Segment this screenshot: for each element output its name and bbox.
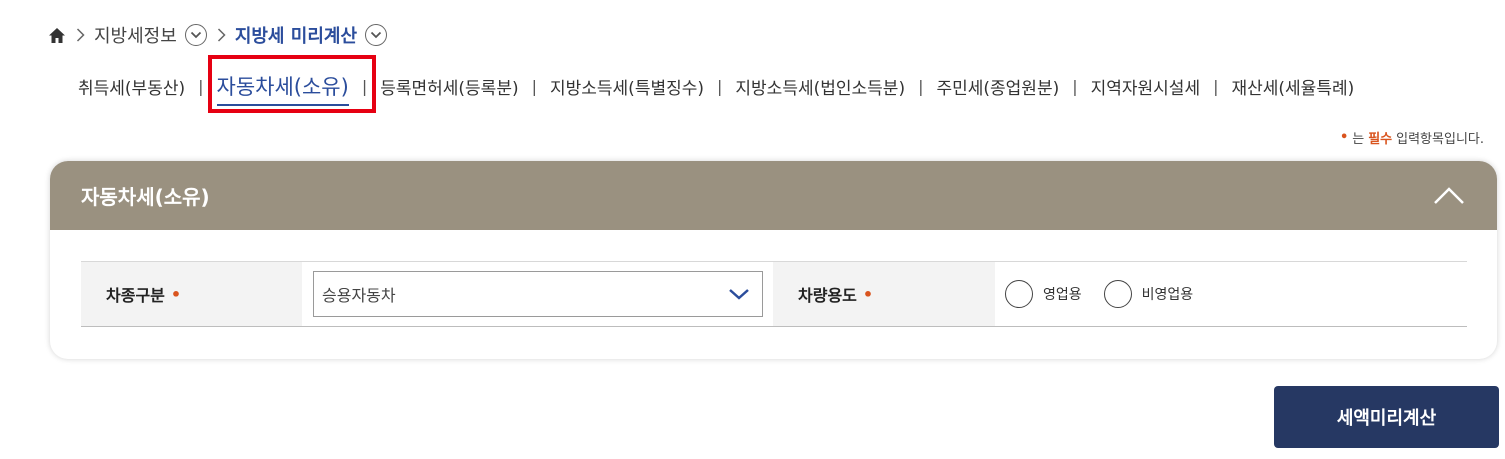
vehicle-tax-panel: 자동차세(소유) 차종구분 • 승용자동차 차량용도 • 영업용 비영업용 [50, 161, 1497, 359]
required-mark: • [862, 284, 874, 304]
required-note-word: 필수 [1368, 132, 1393, 147]
tab-vehicle-tax[interactable]: 자동차세(소유) [216, 71, 349, 106]
tab-divider: | [198, 76, 204, 96]
tab-local-income-tax-corporate[interactable]: 지방소득세(법인소득분) [735, 74, 905, 99]
tab-registration-license-tax[interactable]: 등록면허세(등록분) [380, 74, 518, 99]
panel-title: 자동차세(소유) [81, 185, 210, 209]
radio-commercial-circle[interactable] [1005, 280, 1033, 308]
calculate-tax-button[interactable]: 세액미리계산 [1274, 386, 1499, 448]
tab-divider: | [1213, 76, 1219, 96]
active-tab-underline [216, 104, 349, 106]
vehicle-type-selected: 승용자동차 [322, 286, 396, 305]
tab-property-tax[interactable]: 재산세(세율특례) [1231, 74, 1354, 99]
chevron-right-icon [217, 28, 226, 42]
required-fields-note: • 는 필수 입력항목입니다. [1340, 128, 1484, 147]
radio-noncommercial-circle[interactable] [1103, 280, 1132, 308]
radio-noncommercial-label: 비영업용 [1141, 287, 1194, 303]
breadcrumb-level1[interactable]: 지방세정보 [94, 22, 177, 48]
tax-type-tabs: 취득세(부동산) | 자동차세(소유) | 등록면허세(등록분) | 지방소득세… [78, 67, 1354, 106]
vehicle-type-label: 차종구분 [106, 286, 165, 305]
panel-header[interactable]: 자동차세(소유) [50, 161, 1497, 230]
tab-divider: | [1072, 76, 1078, 96]
vehicle-use-label-cell: 차량용도 • [773, 262, 995, 326]
tab-regional-resource-tax[interactable]: 지역자원시설세 [1091, 74, 1200, 99]
chevron-down-icon [728, 285, 750, 304]
radio-commercial[interactable]: 영업용 [1005, 280, 1082, 308]
home-icon[interactable] [48, 26, 66, 44]
vehicle-type-value-cell: 승용자동차 [302, 262, 773, 326]
tab-vehicle-tax-label: 자동차세(소유) [216, 75, 349, 99]
tab-divider: | [531, 76, 537, 96]
tab-divider: | [717, 76, 723, 96]
required-mark: • [170, 284, 182, 304]
breadcrumb-current[interactable]: 지방세 미리계산 [235, 22, 357, 48]
required-note-suffix: 입력항목입니다. [1396, 132, 1484, 147]
chevron-up-icon[interactable] [1431, 181, 1467, 211]
vehicle-type-select[interactable]: 승용자동차 [313, 271, 763, 317]
tab-resident-tax[interactable]: 주민세(종업원분) [936, 74, 1059, 99]
vehicle-type-label-cell: 차종구분 • [81, 262, 302, 326]
breadcrumb-level1-dropdown-icon[interactable] [184, 24, 207, 46]
tab-local-income-tax-special[interactable]: 지방소득세(특별징수) [550, 74, 704, 99]
chevron-right-icon [76, 28, 85, 42]
required-bullet: • [1339, 130, 1349, 145]
radio-commercial-label: 영업용 [1043, 287, 1082, 303]
radio-noncommercial[interactable]: 비영업용 [1103, 280, 1194, 308]
vehicle-use-value-cell: 영업용 비영업용 [995, 262, 1467, 326]
tab-divider: | [918, 76, 924, 96]
vehicle-use-label: 차량용도 [798, 286, 857, 305]
tab-divider: | [361, 76, 368, 96]
breadcrumb-level2-dropdown-icon[interactable] [365, 24, 387, 46]
required-note-prefix: 는 [1352, 132, 1365, 147]
tab-acquisition-tax[interactable]: 취득세(부동산) [78, 74, 185, 99]
breadcrumb: 지방세정보 지방세 미리계산 [48, 22, 387, 48]
vehicle-form-row: 차종구분 • 승용자동차 차량용도 • 영업용 비영업용 [81, 261, 1467, 327]
